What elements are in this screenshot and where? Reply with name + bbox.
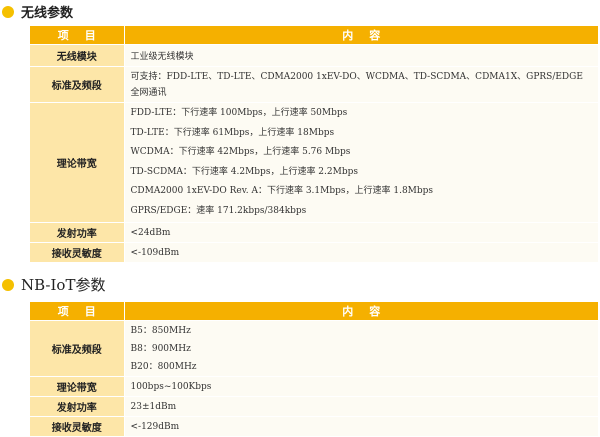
table-row: 无线模块 工业级无线模块 — [30, 44, 598, 67]
value-line: <24dBm — [130, 227, 171, 238]
value-line: <-129dBm — [130, 421, 180, 432]
value-line: B20：800MHz — [130, 361, 197, 372]
nbiot-section-heading: NB-IoT参数 — [0, 274, 105, 295]
row-value: FDD-LTE：下行速率 100Mbps，上行速率 50Mbps TD-LTE：… — [124, 102, 598, 223]
table-row: 标准及频段 可支持：FDD-LTE、TD-LTE、CDMA2000 1xEV-D… — [30, 66, 598, 103]
nbiot-spec-table: 项目 内容 标准及频段 B5：850MHz B8：900MHz B20：800M… — [30, 301, 598, 437]
header-item: 项目 — [30, 25, 125, 45]
value-line: 100bps~100Kbps — [130, 381, 212, 392]
row-label: 理论带宽 — [30, 376, 125, 397]
wireless-spec-table: 项目 内容 无线模块 工业级无线模块 标准及频段 可支持：FDD-LTE、TD-… — [30, 25, 598, 263]
row-label: 标准及频段 — [30, 320, 125, 377]
value-line: GPRS/EDGE：速率 171.2kbps/384kbps — [130, 205, 307, 216]
value-line: TD-LTE：下行速率 61Mbps，上行速率 18Mbps — [130, 127, 335, 138]
row-value: 可支持：FDD-LTE、TD-LTE、CDMA2000 1xEV-DO、WCDM… — [124, 66, 598, 103]
header-content: 内容 — [124, 25, 598, 45]
value-line: 全网通讯 — [130, 87, 167, 98]
row-label: 接收灵敏度 — [30, 416, 125, 437]
table-row: 标准及频段 B5：850MHz B8：900MHz B20：800MHz — [30, 320, 598, 377]
row-label: 接收灵敏度 — [30, 242, 125, 263]
value-line: TD-SCDMA：下行速率 4.2Mbps，上行速率 2.2Mbps — [130, 166, 358, 177]
row-value: 23±1dBm — [124, 396, 598, 417]
nbiot-section-title: NB-IoT参数 — [21, 276, 106, 294]
table-row: 接收灵敏度 <-109dBm — [30, 242, 598, 263]
value-line: B5：850MHz — [130, 325, 191, 336]
table-header-row: 项目 内容 — [30, 301, 598, 321]
header-item: 项目 — [30, 301, 125, 321]
header-content: 内容 — [124, 301, 598, 321]
row-label: 标准及频段 — [30, 66, 125, 103]
value-line: FDD-LTE：下行速率 100Mbps，上行速率 50Mbps — [130, 108, 348, 118]
value-line: WCDMA：下行速率 42Mbps，上行速率 5.76 Mbps — [130, 147, 351, 157]
value-line: CDMA2000 1xEV-DO Rev. A：下行速率 3.1Mbps，上行速… — [130, 186, 434, 196]
value-line: 可支持：FDD-LTE、TD-LTE、CDMA2000 1xEV-DO、WCDM… — [130, 71, 583, 82]
value-line: B8：900MHz — [130, 343, 191, 354]
table-row: 发射功率 23±1dBm — [30, 396, 598, 417]
row-value: <-129dBm — [124, 416, 598, 437]
table-row: 发射功率 <24dBm — [30, 222, 598, 243]
table-header-row: 项目 内容 — [30, 25, 598, 45]
value-line: 23±1dBm — [130, 401, 177, 412]
row-value: <-109dBm — [124, 242, 598, 263]
row-value: 工业级无线模块 — [124, 44, 598, 67]
wireless-section-title: 无线参数 — [21, 6, 74, 21]
row-value: 100bps~100Kbps — [124, 376, 598, 397]
table-row: 理论带宽 100bps~100Kbps — [30, 376, 598, 397]
row-value: <24dBm — [124, 222, 598, 243]
row-label: 理论带宽 — [30, 102, 125, 223]
row-label: 无线模块 — [30, 44, 125, 67]
wireless-section-heading: 无线参数 — [0, 2, 73, 21]
value-line: 工业级无线模块 — [130, 52, 194, 62]
table-row: 理论带宽 FDD-LTE：下行速率 100Mbps，上行速率 50Mbps TD… — [30, 102, 598, 223]
row-label: 发射功率 — [30, 222, 125, 243]
row-label: 发射功率 — [30, 396, 125, 417]
value-line: <-109dBm — [130, 247, 180, 258]
row-value: B5：850MHz B8：900MHz B20：800MHz — [124, 320, 598, 377]
table-row: 接收灵敏度 <-129dBm — [30, 416, 598, 437]
bullet-dot-icon — [2, 278, 14, 291]
bullet-dot-icon — [2, 5, 14, 18]
